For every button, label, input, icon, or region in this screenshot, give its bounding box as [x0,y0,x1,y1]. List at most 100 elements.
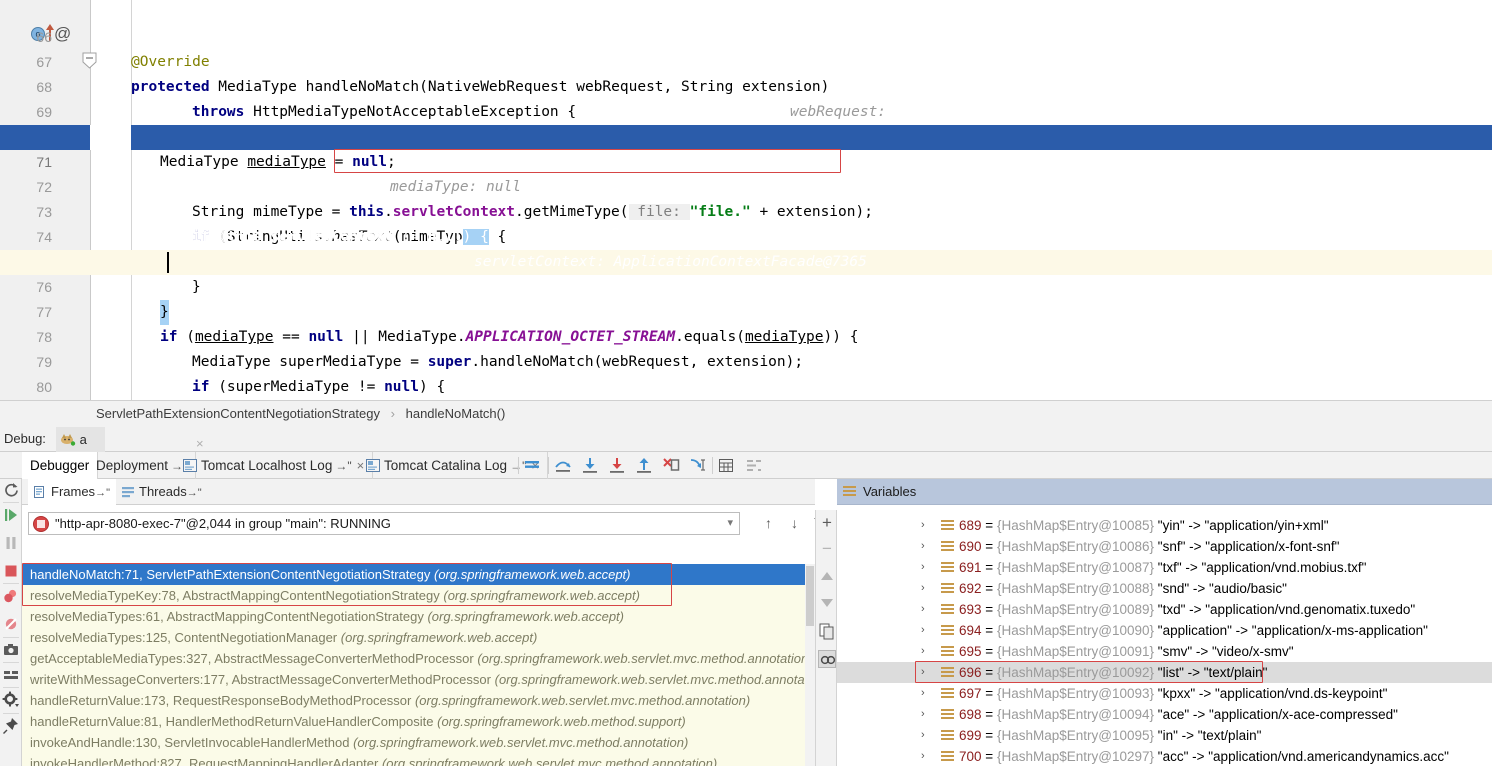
variable-row[interactable]: › 692 = {HashMap$Entry@10088} "snd" -> "… [837,578,1492,599]
frame-list-item[interactable]: invokeAndHandle:130, ServletInvocableHan… [22,732,815,753]
code-line-67[interactable]: 67 protected MediaType handleNoMatch(Nat… [0,25,1492,145]
code-line-80[interactable]: 80 mediaType = superMediaType; [0,350,1492,395]
settings-icon[interactable] [2,691,20,709]
frames-scrollbar-thumb[interactable] [806,566,814,626]
expand-chevron-icon[interactable]: › [921,557,925,578]
variable-row[interactable]: › 689 = {HashMap$Entry@10085} "yin" -> "… [837,515,1492,536]
variables-tree[interactable]: › 689 = {HashMap$Entry@10085} "yin" -> "… [837,505,1492,766]
code-line-71-executing[interactable]: 71 if (this.servletContext != null) { se… [0,125,1492,270]
code-line-72[interactable]: 72 String mimeType = this.servletContext… [0,150,1492,220]
expand-chevron-icon[interactable]: › [921,536,925,557]
frames-stack-list[interactable]: handleNoMatch:71, ServletPathExtensionCo… [22,564,815,766]
expand-chevron-icon[interactable]: › [921,578,925,599]
view-breakpoints-icon[interactable] [2,587,20,605]
resume-program-icon[interactable] [2,506,20,524]
step-out-icon[interactable] [634,456,654,475]
hashmap-entry-icon [941,604,954,616]
rerun-icon[interactable] [2,481,20,499]
expand-chevron-icon[interactable]: › [921,662,925,683]
variable-row[interactable]: › 698 = {HashMap$Entry@10094} "ace" -> "… [837,704,1492,725]
chevron-down-icon[interactable]: ▾ [727,513,733,534]
code-line-77[interactable]: 77 if (mediaType == null || MediaType.AP… [0,275,1492,345]
pin-tab-icon[interactable]: →" [187,487,202,499]
frame-list-item[interactable]: handleNoMatch:71, ServletPathExtensionCo… [22,564,815,585]
frame-list-item[interactable]: handleReturnValue:81, HandlerMethodRetur… [22,711,815,732]
tab-tomcat-catalina-log[interactable]: Tomcat Catalina Log→"× [358,452,548,479]
frame-list-item[interactable]: resolveMediaTypes:125, ContentNegotiatio… [22,627,815,648]
frames-down-icon[interactable]: ↓ [785,514,804,533]
expand-chevron-icon[interactable]: › [921,620,925,641]
variable-row[interactable]: › 695 = {HashMap$Entry@10091} "smv" -> "… [837,641,1492,662]
code-line-81[interactable]: 81 } [0,375,1492,400]
code-line-73[interactable]: 73 if (StringUtils.hasText(mimeType)) { [0,175,1492,245]
expand-chevron-icon[interactable]: › [921,599,925,620]
run-configuration-tab[interactable]: a × [56,427,204,452]
frame-list-item[interactable]: getAcceptableMediaTypes:327, AbstractMes… [22,648,815,669]
run-to-cursor-icon[interactable] [688,456,708,475]
remove-watch-icon[interactable]: − [818,540,836,558]
equals-sign: = [985,539,994,554]
variable-row[interactable]: › 693 = {HashMap$Entry@10089} "txd" -> "… [837,599,1492,620]
code-line-66[interactable]: 66 @Override [0,0,1492,70]
layout-settings-icon[interactable] [744,456,764,475]
evaluate-expression-icon[interactable] [716,456,736,475]
code-line-68[interactable]: 68 throws HttpMediaTypeNotAcceptableExce… [0,50,1492,120]
expand-chevron-icon[interactable]: › [921,515,925,536]
frame-list-item[interactable]: resolveMediaTypes:61, AbstractMappingCon… [22,606,815,627]
frame-list-item[interactable]: handleReturnValue:173, RequestResponseBo… [22,690,815,711]
show-execution-point-icon[interactable] [522,456,542,475]
breadcrumb-method[interactable]: handleNoMatch() [406,406,506,421]
stop-icon[interactable] [2,562,20,580]
variable-row-selected[interactable]: › 696 = {HashMap$Entry@10092} "list" -> … [837,662,1492,683]
tab-tomcat-localhost-log[interactable]: Tomcat Localhost Log →" × [175,452,374,479]
variable-index: 692 [959,581,982,596]
code-line-78[interactable]: 78 MediaType superMediaType = super.hand… [0,300,1492,370]
force-step-into-icon[interactable] [607,456,627,475]
code-line-70[interactable]: 70 MediaType mediaType = null; mediaType… [0,100,1492,195]
restore-layout-icon[interactable] [2,666,20,684]
add-watch-icon[interactable]: + [818,514,836,532]
tab-debugger[interactable]: Debugger [22,452,99,479]
breadcrumb[interactable]: ServletPathExtensionContentNegotiationSt… [0,400,1492,426]
frame-list-item[interactable]: resolveMediaTypeKey:78, AbstractMappingC… [22,585,815,606]
object-ref: {HashMap$Entry@10094} [996,707,1155,722]
variable-row[interactable]: › 700 = {HashMap$Entry@10297} "acc" -> "… [837,746,1492,766]
frame-list-item[interactable]: writeWithMessageConverters:177, Abstract… [22,669,815,690]
code-editor[interactable]: o @ 66 @Override 67 protected MediaType … [0,0,1492,400]
code-line-69[interactable]: 69 [0,75,1492,120]
pin-tab-icon[interactable]: →" [95,487,110,499]
tab-frames[interactable]: Frames→" [28,479,116,505]
variable-row[interactable]: › 694 = {HashMap$Entry@10090} "applicati… [837,620,1492,641]
step-over-icon[interactable] [553,456,573,475]
pin-tab-icon[interactable]: →" [332,459,351,473]
code-line-79[interactable]: 79 if (superMediaType != null) { [0,325,1492,395]
tab-label: Deployment [96,458,169,473]
step-into-icon[interactable] [580,456,600,475]
variable-row[interactable]: › 697 = {HashMap$Entry@10093} "kpxx" -> … [837,683,1492,704]
mute-breakpoints-icon[interactable] [2,615,20,633]
frame-list-item[interactable]: invokeHandlerMethod:827, RequestMappingH… [22,753,815,766]
expand-chevron-icon[interactable]: › [921,683,925,704]
variable-index: 690 [959,539,982,554]
copy-value-icon[interactable] [818,622,836,640]
inspect-icon[interactable] [818,650,836,668]
breadcrumb-class[interactable]: ServletPathExtensionContentNegotiationSt… [96,406,380,421]
expand-chevron-icon[interactable]: › [921,725,925,746]
frames-up-icon[interactable]: ↑ [759,514,778,533]
move-watch-up-icon[interactable] [818,568,836,586]
pause-program-icon[interactable] [2,534,20,552]
variable-row[interactable]: › 690 = {HashMap$Entry@10086} "snf" -> "… [837,536,1492,557]
tab-threads[interactable]: Threads→" [116,479,208,505]
expand-chevron-icon[interactable]: › [921,704,925,725]
frame-method: getAcceptableMediaTypes:327, AbstractMes… [30,651,474,666]
screenshot-icon[interactable] [2,641,20,659]
drop-frame-icon[interactable] [661,456,681,475]
thread-selector-dropdown[interactable]: "http-apr-8080-exec-7"@2,044 in group "m… [28,512,740,535]
expand-chevron-icon[interactable]: › [921,746,925,766]
variable-row[interactable]: › 699 = {HashMap$Entry@10095} "in" -> "t… [837,725,1492,746]
pin-icon[interactable] [2,717,20,735]
code-line-74[interactable]: 74 mediaType = MediaType.parseMediaType(… [0,200,1492,270]
variable-row[interactable]: › 691 = {HashMap$Entry@10087} "txf" -> "… [837,557,1492,578]
expand-chevron-icon[interactable]: › [921,641,925,662]
move-watch-down-icon[interactable] [818,594,836,612]
